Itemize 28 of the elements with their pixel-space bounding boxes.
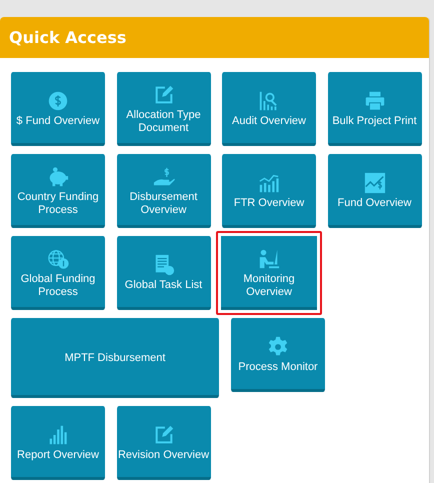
quick-access-tile[interactable]: Country Funding Process: [10, 154, 106, 228]
edit-icon: [152, 424, 174, 446]
quick-access-tile[interactable]: Global Funding Process: [10, 236, 106, 310]
settings-icon: [267, 336, 289, 358]
quick-access-tile[interactable]: Global Task List: [116, 236, 212, 310]
quick-access-tile[interactable]: Allocation Type Document: [116, 72, 212, 146]
quick-access-tile[interactable]: Bulk Project Print: [326, 72, 422, 146]
quick-access-tile[interactable]: Disbursement Overview: [116, 154, 212, 228]
quick-access-tile[interactable]: $ Fund Overview: [10, 72, 106, 146]
quick-access-tile[interactable]: Report Overview: [10, 406, 106, 480]
quick-access-tile[interactable]: MPTF Disbursement: [10, 318, 220, 398]
quick-access-tile[interactable]: Process Monitor: [230, 318, 326, 392]
person-at-desk-icon: [258, 248, 280, 270]
quick-access-tile[interactable]: Audit Overview: [221, 72, 317, 146]
edit-icon: [152, 84, 174, 106]
quick-access-tile[interactable]: Fund Overview: [326, 154, 422, 228]
quick-access-tile[interactable]: FTR Overview: [221, 154, 317, 228]
printer-icon: [364, 90, 386, 112]
quick-access-tile[interactable]: Monitoring Overview: [216, 231, 322, 315]
bar-chart-icon: [258, 172, 280, 194]
globe-dollar-icon: [47, 248, 69, 270]
panel-title: Quick Access: [9, 28, 126, 47]
bar-chart-icon: [47, 424, 69, 446]
hand-dollar-icon: [152, 166, 174, 188]
chart-dollar-icon: [364, 172, 386, 194]
dollar-coin-icon: [47, 90, 69, 112]
piggy-bank-icon: [47, 166, 69, 188]
quick-access-tile[interactable]: Revision Overview: [116, 406, 212, 480]
